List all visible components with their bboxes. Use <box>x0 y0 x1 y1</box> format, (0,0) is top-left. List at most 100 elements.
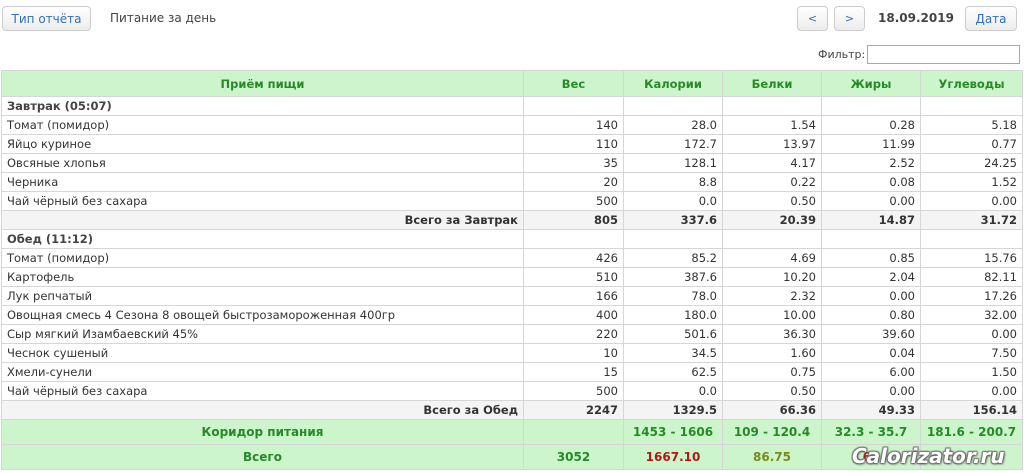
cell-calories: 62.5 <box>623 362 723 382</box>
food-row[interactable]: Хмели-сунели 15 62.5 0.75 6.00 1.50 <box>1 362 1023 382</box>
cell-fat: 0.04 <box>821 343 921 363</box>
cell-carbs: 82.11 <box>920 267 1023 287</box>
empty-cell <box>920 229 1023 249</box>
food-row[interactable]: Томат (помидор) 426 85.2 4.69 0.85 15.76 <box>1 248 1023 268</box>
col-header-weight[interactable]: Вес <box>523 70 624 97</box>
cell-fat: 14.87 <box>821 210 921 230</box>
cell-carbs: 15.76 <box>920 248 1023 268</box>
cell-carbs: 0.77 <box>920 134 1023 154</box>
cell-weight: 15 <box>523 362 624 382</box>
food-row[interactable]: Лук репчатый 166 78.0 2.32 0.00 17.26 <box>1 286 1023 306</box>
cell-name: Лук репчатый <box>1 286 524 306</box>
cell-name: Овощная смесь 4 Сезона 8 овощей быстроза… <box>1 305 524 325</box>
food-row[interactable]: Овсяные хлопья 35 128.1 4.17 2.52 24.25 <box>1 153 1023 173</box>
col-header-protein[interactable]: Белки <box>722 70 822 97</box>
cell-calories: 34.5 <box>623 343 723 363</box>
cell-name: Черника <box>1 172 524 192</box>
cell-name: Сыр мягкий Изамбаевский 45% <box>1 324 524 344</box>
filter-label: Фильтр: <box>818 48 866 61</box>
cell-weight: 510 <box>523 267 624 287</box>
date-picker-button[interactable]: Дата <box>965 6 1017 31</box>
cell-weight: 805 <box>523 210 624 230</box>
cell-carbs: 7.50 <box>920 343 1023 363</box>
cell-protein: 20.39 <box>722 210 822 230</box>
nutrition-table: Приём пищи Вес Калории Белки Жиры Углево… <box>1 70 1023 470</box>
cell-protein: 10.20 <box>722 267 822 287</box>
cell-protein: 2.32 <box>722 286 822 306</box>
cell-fat: 2.52 <box>821 153 921 173</box>
col-header-calories[interactable]: Калории <box>623 70 723 97</box>
cell-calories: 337.6 <box>623 210 723 230</box>
cell-carbs: 0.00 <box>920 324 1023 344</box>
cell-name: Хмели-сунели <box>1 362 524 382</box>
cell-name: Чеснок сушеный <box>1 343 524 363</box>
cell-calories: 1453 - 1606 <box>623 419 723 445</box>
cell-protein: 0.50 <box>722 381 822 401</box>
food-row[interactable]: Томат (помидор) 140 28.0 1.54 0.28 5.18 <box>1 115 1023 135</box>
cell-protein: 4.17 <box>722 153 822 173</box>
cell-name: Коридор питания <box>1 419 524 445</box>
cell-calories: 180.0 <box>623 305 723 325</box>
meal-header-row: Обед (11:12) <box>1 229 1023 249</box>
cell-fat: 49.33 <box>821 400 921 420</box>
meal-title: Обед (11:12) <box>1 229 524 249</box>
cell-protein: 66.36 <box>722 400 822 420</box>
cell-carbs: 0.00 <box>920 381 1023 401</box>
cell-carbs: 5.18 <box>920 115 1023 135</box>
nutrition-corridor-row: Коридор питания 1453 - 1606 109 - 120.4 32.… <box>1 419 1023 445</box>
food-row[interactable]: Яйцо куриное 110 172.7 13.97 11.99 0.77 <box>1 134 1023 154</box>
cell-weight: 10 <box>523 343 624 363</box>
empty-cell <box>821 229 921 249</box>
food-row[interactable]: Сыр мягкий Изамбаевский 45% 220 501.6 36.30… <box>1 324 1023 344</box>
cell-name: Чай чёрный без сахара <box>1 191 524 211</box>
cell-protein: 10.00 <box>722 305 822 325</box>
cell-carbs: 0.00 <box>920 191 1023 211</box>
food-row[interactable]: Картофель 510 387.6 10.20 2.04 82.11 <box>1 267 1023 287</box>
food-row[interactable]: Черника 20 8.8 0.22 0.08 1.52 <box>1 172 1023 192</box>
cell-carbs: 1.50 <box>920 362 1023 382</box>
food-row[interactable]: Овощная смесь 4 Сезона 8 овощей быстроза… <box>1 305 1023 325</box>
col-header-meal[interactable]: Приём пищи <box>1 70 524 97</box>
cell-calories: 85.2 <box>623 248 723 268</box>
cell-fat: 0.28 <box>821 115 921 135</box>
cell-calories: 128.1 <box>623 153 723 173</box>
cell-carbs: 24.25 <box>920 153 1023 173</box>
next-day-button[interactable]: > <box>834 6 865 31</box>
cell-weight: 35 <box>523 153 624 173</box>
report-type-button[interactable]: Тип отчёта <box>2 6 91 31</box>
empty-cell <box>920 96 1023 116</box>
empty-cell <box>722 229 822 249</box>
cell-protein: 1.60 <box>722 343 822 363</box>
meal-header-row: Завтрак (05:07) <box>1 96 1023 116</box>
col-header-fat[interactable]: Жиры <box>821 70 921 97</box>
cell-name: Томат (помидор) <box>1 248 524 268</box>
cell-name: Яйцо куриное <box>1 134 524 154</box>
food-row[interactable]: Чеснок сушеный 10 34.5 1.60 0.04 7.50 <box>1 343 1023 363</box>
cell-protein: 1.54 <box>722 115 822 135</box>
cell-weight: 166 <box>523 286 624 306</box>
cell-fat: 11.99 <box>821 134 921 154</box>
cell-fat: 0.00 <box>821 191 921 211</box>
cell-fat: 39.60 <box>821 324 921 344</box>
cell-protein: 86.75 <box>722 444 822 470</box>
food-row[interactable]: Чай чёрный без сахара 500 0.0 0.50 0.00 0.00 <box>1 191 1023 211</box>
cell-fat: 64 <box>821 444 921 470</box>
cell-name: Всего за Завтрак <box>1 210 524 230</box>
filter-input[interactable] <box>867 45 1020 64</box>
cell-carbs <box>920 444 1023 470</box>
prev-day-button[interactable]: < <box>797 6 828 31</box>
cell-protein: 36.30 <box>722 324 822 344</box>
empty-cell <box>623 96 723 116</box>
cell-name: Овсяные хлопья <box>1 153 524 173</box>
empty-cell <box>523 229 624 249</box>
cell-fat: 0.80 <box>821 305 921 325</box>
food-row[interactable]: Чай чёрный без сахара 500 0.0 0.50 0.00 0.00 <box>1 381 1023 401</box>
col-header-carbs[interactable]: Углеводы <box>920 70 1023 97</box>
empty-cell <box>821 96 921 116</box>
cell-carbs: 17.26 <box>920 286 1023 306</box>
page-title: Питание за день <box>110 11 217 25</box>
cell-calories: 501.6 <box>623 324 723 344</box>
cell-weight: 220 <box>523 324 624 344</box>
cell-carbs: 181.6 - 200.7 <box>920 419 1023 445</box>
cell-calories: 1667.10 <box>623 444 723 470</box>
